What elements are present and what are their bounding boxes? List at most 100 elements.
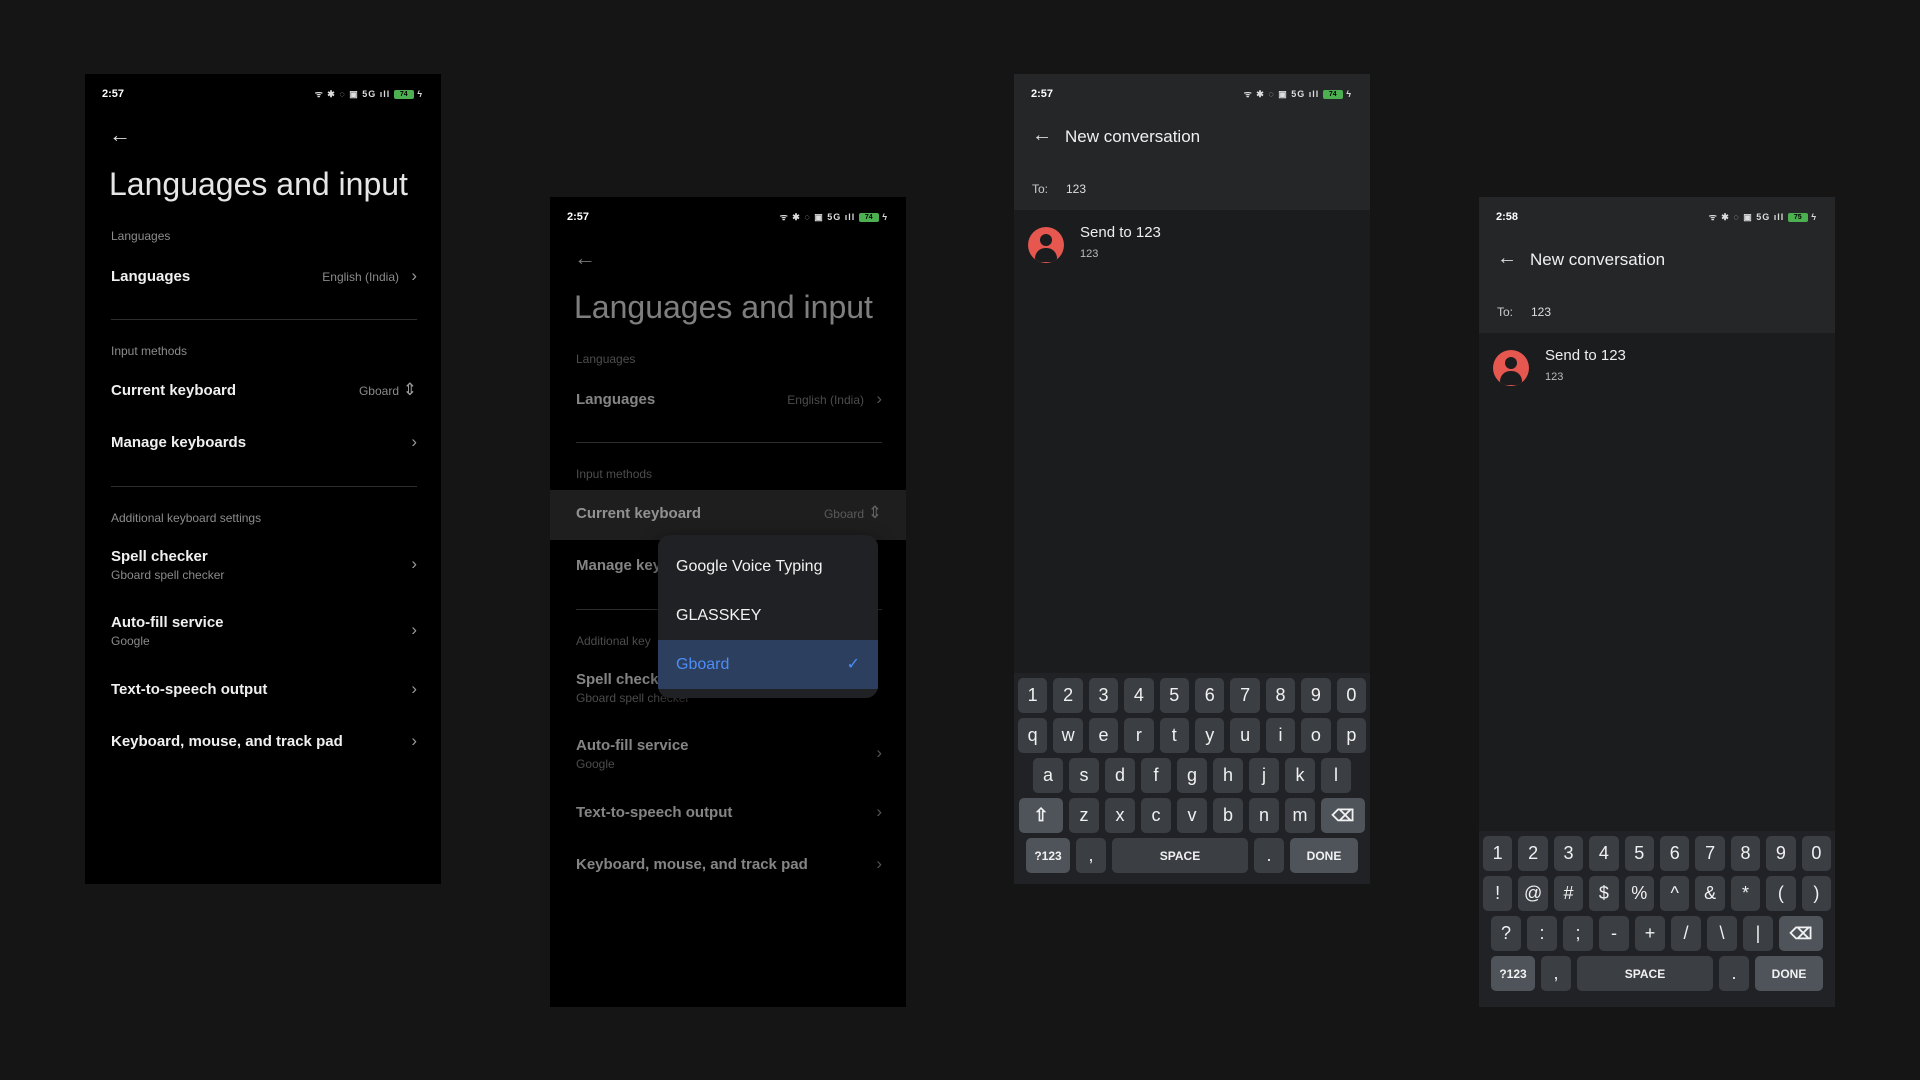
key[interactable]: z <box>1069 798 1099 833</box>
key[interactable]: 9 <box>1301 678 1331 713</box>
key[interactable]: u <box>1230 718 1260 753</box>
key[interactable]: # <box>1553 876 1584 911</box>
key[interactable]: * <box>1730 876 1761 911</box>
key[interactable]: 5 <box>1159 678 1189 713</box>
dropdown-option-glasskey[interactable]: GLASSKEY <box>658 591 878 640</box>
key[interactable]: + <box>1635 916 1665 951</box>
key[interactable]: w <box>1053 718 1083 753</box>
key[interactable]: | <box>1743 916 1773 951</box>
languages-row[interactable]: Languages English (India) › <box>576 381 882 421</box>
key[interactable]: % <box>1624 876 1654 911</box>
autofill-row[interactable]: Auto-fill service Google › <box>111 612 417 652</box>
dropdown-option-google-voice[interactable]: Google Voice Typing <box>658 542 878 591</box>
key[interactable]: ^ <box>1660 876 1690 911</box>
key[interactable]: m <box>1285 798 1315 833</box>
key[interactable]: ? <box>1491 916 1521 951</box>
key[interactable]: 3 <box>1553 836 1584 871</box>
key[interactable]: ) <box>1801 876 1832 911</box>
symbols-key[interactable]: ?123 <box>1026 838 1070 873</box>
current-keyboard-row[interactable]: Current keyboard Gboard ⇕ <box>111 372 417 412</box>
key[interactable]: \ <box>1707 916 1737 951</box>
key[interactable]: 9 <box>1766 836 1796 871</box>
recipient-input[interactable]: 123 <box>1066 182 1086 196</box>
keyboard-mouse-row[interactable]: Keyboard, mouse, and track pad › <box>111 723 417 763</box>
key[interactable]: 6 <box>1195 678 1225 713</box>
send-to-suggestion[interactable]: Send to 123 123 <box>1028 224 1356 274</box>
key[interactable]: 2 <box>1053 678 1083 713</box>
spell-checker-row[interactable]: Spell checker Gboard spell checker › <box>111 546 417 586</box>
key[interactable]: 7 <box>1695 836 1725 871</box>
back-arrow-icon[interactable]: ← <box>1032 124 1052 147</box>
key[interactable]: ! <box>1482 876 1513 911</box>
key[interactable]: q <box>1017 718 1048 753</box>
recipient-input[interactable]: 123 <box>1531 305 1551 319</box>
key[interactable]: a <box>1033 758 1063 793</box>
key[interactable]: p <box>1336 718 1367 753</box>
key[interactable]: 3 <box>1088 678 1119 713</box>
key[interactable]: c <box>1141 798 1171 833</box>
tts-row[interactable]: Text-to-speech output › <box>111 671 417 711</box>
key[interactable]: 2 <box>1518 836 1548 871</box>
done-key[interactable]: DONE <box>1755 956 1823 991</box>
current-keyboard-row[interactable]: Current keyboard Gboard ⇕ <box>576 495 882 535</box>
back-arrow-icon[interactable]: ← <box>574 245 596 271</box>
languages-row[interactable]: Languages English (India) › <box>111 258 417 298</box>
symbols-key[interactable]: ?123 <box>1491 956 1535 991</box>
key[interactable]: 1 <box>1017 678 1048 713</box>
key[interactable]: @ <box>1518 876 1548 911</box>
key[interactable]: g <box>1177 758 1207 793</box>
key[interactable]: : <box>1527 916 1557 951</box>
key[interactable]: t <box>1159 718 1189 753</box>
key[interactable]: y <box>1195 718 1225 753</box>
backspace-key[interactable]: ⌫ <box>1779 916 1823 951</box>
send-to-suggestion[interactable]: Send to 123 123 <box>1493 347 1821 397</box>
keyboard-mouse-row[interactable]: Keyboard, mouse, and track pad › <box>576 846 882 886</box>
space-key[interactable]: SPACE <box>1112 838 1248 873</box>
key[interactable]: h <box>1213 758 1243 793</box>
dropdown-option-gboard[interactable]: Gboard ✓ <box>658 640 878 689</box>
key[interactable]: e <box>1088 718 1119 753</box>
key[interactable]: 4 <box>1589 836 1619 871</box>
backspace-key[interactable]: ⌫ <box>1321 798 1365 833</box>
shift-key[interactable]: ⇧ <box>1019 798 1063 833</box>
key[interactable]: ( <box>1766 876 1796 911</box>
key[interactable]: 8 <box>1730 836 1761 871</box>
key[interactable]: l <box>1321 758 1351 793</box>
back-arrow-icon[interactable]: ← <box>1497 247 1517 270</box>
autofill-row[interactable]: Auto-fill service Google › <box>576 735 882 775</box>
comma-key[interactable]: , <box>1541 956 1571 991</box>
key[interactable]: v <box>1177 798 1207 833</box>
key[interactable]: 7 <box>1230 678 1260 713</box>
key[interactable]: 1 <box>1482 836 1513 871</box>
tts-row[interactable]: Text-to-speech output › <box>576 794 882 834</box>
key[interactable]: d <box>1105 758 1135 793</box>
key[interactable]: 8 <box>1265 678 1296 713</box>
period-key[interactable]: . <box>1719 956 1749 991</box>
space-key[interactable]: SPACE <box>1577 956 1713 991</box>
key[interactable]: & <box>1695 876 1725 911</box>
key[interactable]: 6 <box>1660 836 1690 871</box>
key[interactable]: 5 <box>1624 836 1654 871</box>
key[interactable]: 0 <box>1336 678 1367 713</box>
back-arrow-icon[interactable]: ← <box>109 122 131 148</box>
key[interactable]: s <box>1069 758 1099 793</box>
done-key[interactable]: DONE <box>1290 838 1358 873</box>
period-key[interactable]: . <box>1254 838 1284 873</box>
key[interactable]: x <box>1105 798 1135 833</box>
key[interactable]: f <box>1141 758 1171 793</box>
key[interactable]: / <box>1671 916 1701 951</box>
key[interactable]: r <box>1124 718 1154 753</box>
key[interactable]: - <box>1599 916 1629 951</box>
comma-key[interactable]: , <box>1076 838 1106 873</box>
key[interactable]: n <box>1249 798 1279 833</box>
key[interactable]: b <box>1213 798 1243 833</box>
key[interactable]: ; <box>1563 916 1593 951</box>
key[interactable]: 0 <box>1801 836 1832 871</box>
key[interactable]: j <box>1249 758 1279 793</box>
key[interactable]: $ <box>1589 876 1619 911</box>
key[interactable]: o <box>1301 718 1331 753</box>
key[interactable]: i <box>1265 718 1296 753</box>
key[interactable]: 4 <box>1124 678 1154 713</box>
manage-keyboards-row[interactable]: Manage keyboards › <box>111 424 417 464</box>
key[interactable]: k <box>1285 758 1315 793</box>
